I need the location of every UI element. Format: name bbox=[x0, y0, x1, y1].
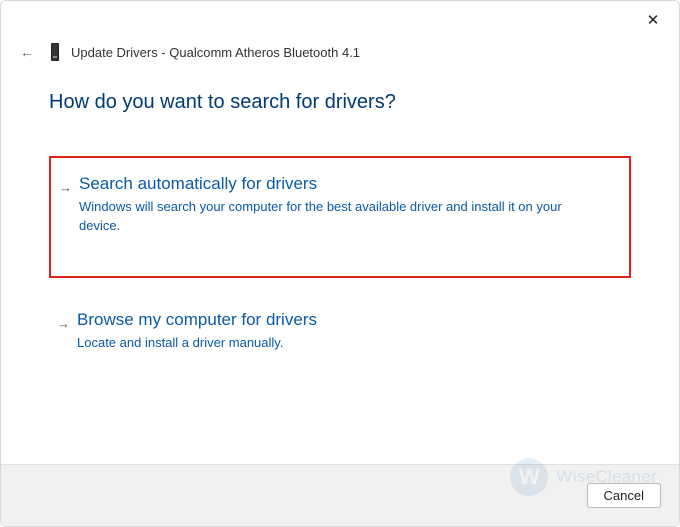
option-search-automatically[interactable]: → Search automatically for drivers Windo… bbox=[49, 156, 631, 278]
dialog-title: Update Drivers - Qualcomm Atheros Blueto… bbox=[71, 45, 360, 60]
dialog-content: How do you want to search for drivers? →… bbox=[1, 61, 679, 464]
arrow-right-icon: → bbox=[59, 180, 72, 195]
close-icon[interactable]: ✕ bbox=[643, 11, 663, 31]
device-icon bbox=[51, 43, 59, 61]
update-drivers-dialog: ✕ ← Update Drivers - Qualcomm Atheros Bl… bbox=[0, 0, 680, 527]
option-browse-computer[interactable]: → Browse my computer for drivers Locate … bbox=[49, 298, 631, 367]
dialog-header: ← Update Drivers - Qualcomm Atheros Blue… bbox=[1, 29, 679, 61]
dialog-footer: Cancel bbox=[1, 464, 679, 526]
option-description: Locate and install a driver manually. bbox=[77, 334, 597, 353]
cancel-button[interactable]: Cancel bbox=[587, 483, 661, 508]
back-arrow-icon[interactable]: ← bbox=[19, 44, 35, 60]
option-title: Browse my computer for drivers bbox=[77, 310, 617, 330]
page-heading: How do you want to search for drivers? bbox=[49, 91, 631, 114]
option-title: Search automatically for drivers bbox=[79, 174, 615, 194]
arrow-right-icon: → bbox=[57, 316, 70, 331]
option-description: Windows will search your computer for th… bbox=[79, 198, 599, 236]
